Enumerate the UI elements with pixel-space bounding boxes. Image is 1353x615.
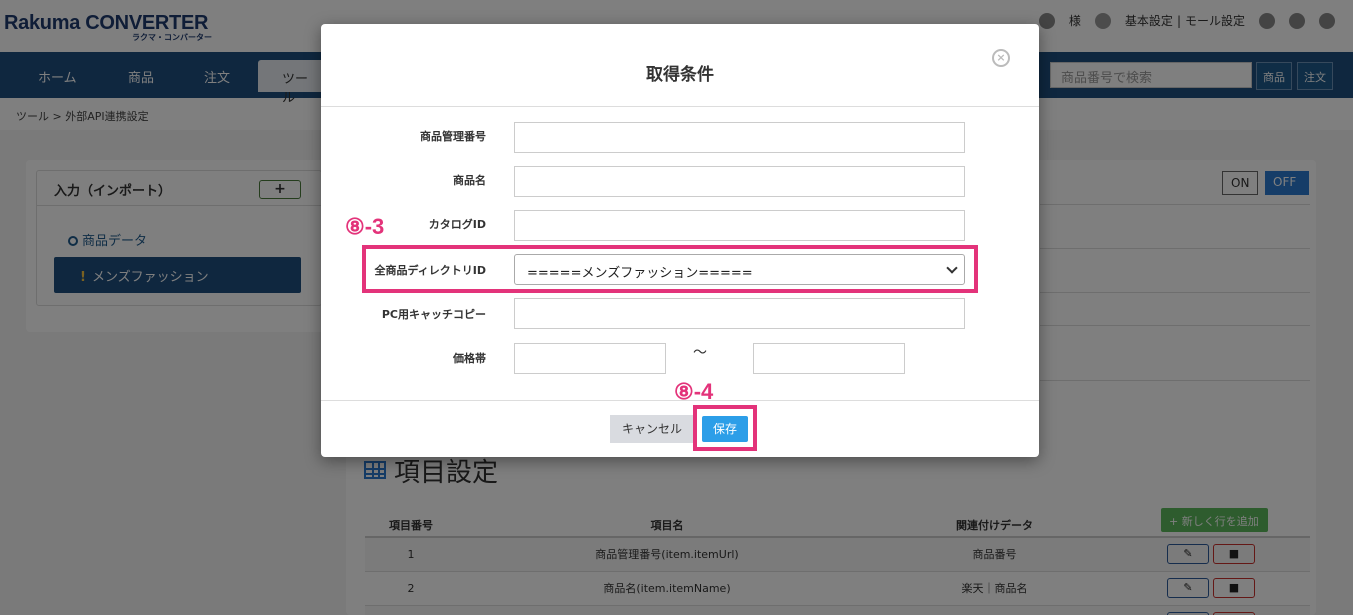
pc-catchcopy-input[interactable]: [514, 298, 965, 329]
range-tilde: 〜: [693, 345, 707, 361]
price-max-input[interactable]: [753, 343, 905, 374]
item-mgmt-no-label: 商品管理番号: [420, 130, 486, 143]
annotation-box-8-4: [693, 405, 757, 451]
item-name-label: 商品名: [453, 174, 486, 187]
annotation-label-8-4: ⑧-4: [674, 379, 714, 404]
annotation-label-8-3: ⑧-3: [345, 214, 385, 239]
item-mgmt-no-input[interactable]: [514, 122, 965, 153]
divider: [321, 106, 1039, 107]
cancel-button[interactable]: キャンセル: [610, 415, 694, 443]
pc-catchcopy-label: PC用キャッチコピー: [381, 308, 486, 321]
price-min-input[interactable]: [514, 343, 666, 374]
price-range-label: 価格帯: [453, 352, 486, 365]
catalog-id-input[interactable]: [514, 210, 965, 241]
modal-title: 取得条件: [646, 65, 714, 85]
close-icon[interactable]: ×: [992, 49, 1010, 67]
item-name-input[interactable]: [514, 166, 965, 197]
annotation-box-8-3: [362, 245, 978, 293]
